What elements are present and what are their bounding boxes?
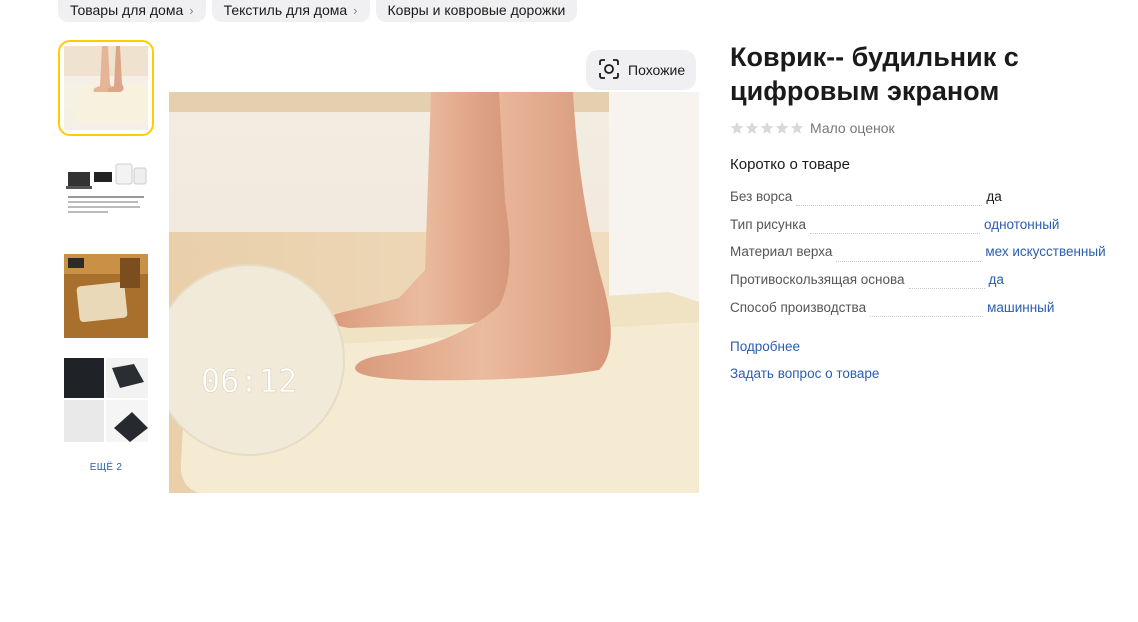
spec-row: Материал верха мех искусственный [730, 244, 1120, 272]
thumbnail-4[interactable] [58, 352, 154, 448]
thumbnail-image [64, 150, 148, 234]
star-icon [745, 121, 759, 134]
spec-name: Без ворса [730, 189, 793, 204]
ask-question-link[interactable]: Задать вопрос о товаре [730, 360, 1120, 387]
visual-search-icon [598, 58, 620, 83]
spec-value-link[interactable]: однотонный [984, 217, 1059, 232]
breadcrumb-item-home-goods[interactable]: Товары для дома › [58, 0, 206, 22]
spec-value-link[interactable]: машинный [987, 300, 1054, 315]
product-info: Коврик-- будильник с цифровым экраном Ма… [730, 40, 1120, 387]
spec-name: Тип рисунка [730, 216, 806, 232]
breadcrumb: Товары для дома › Текстиль для дома › Ко… [58, 0, 578, 22]
spec-value: да [986, 189, 1002, 204]
thumbnail-list: ЕЩЁ 2 [58, 40, 154, 473]
spec-row: Способ производства машинный [730, 300, 1120, 328]
spec-row: Тип рисунка однотонный [730, 217, 1120, 245]
spec-value-link[interactable]: мех искусственный [985, 244, 1105, 259]
spec-dots [809, 233, 980, 235]
main-product-image[interactable]: 06:12 [169, 92, 699, 493]
chevron-right-icon: › [189, 2, 194, 18]
star-icon [730, 121, 744, 134]
more-details-link[interactable]: Подробнее [730, 333, 1120, 360]
more-images-link[interactable]: ЕЩЁ 2 [58, 462, 154, 473]
thumbnail-image [64, 358, 148, 442]
spec-dots [796, 205, 983, 207]
breadcrumb-label: Текстиль для дома [223, 2, 348, 18]
chevron-right-icon: › [353, 2, 358, 18]
spec-name: Способ производства [730, 299, 867, 315]
breadcrumb-item-carpets[interactable]: Ковры и ковровые дорожки [375, 0, 578, 22]
page-title: Коврик-- будильник с цифровым экраном [730, 42, 1019, 106]
thumbnail-2[interactable] [58, 144, 154, 240]
spec-value-link[interactable]: да [989, 272, 1004, 287]
thumbnail-image [64, 46, 148, 130]
similar-products-button[interactable]: Похожие [586, 50, 696, 90]
product-page: Товары для дома › Текстиль для дома › Ко… [0, 0, 1138, 622]
similar-label: Похожие [628, 62, 686, 78]
star-icon [790, 121, 804, 134]
thumbnail-image [64, 254, 148, 338]
thumbnail-1[interactable] [58, 40, 154, 136]
spec-row: Без ворса да [730, 189, 1120, 217]
breadcrumb-label: Ковры и ковровые дорожки [387, 2, 566, 18]
spec-row: Противоскользящая основа да [730, 272, 1120, 300]
spec-name: Противоскользящая основа [730, 272, 905, 288]
spec-dots [908, 288, 985, 290]
rating-text: Мало оценок [810, 120, 895, 136]
spec-list: Без ворса да Тип рисунка однотонный Мате… [730, 189, 1120, 327]
summary-title: Коротко о товаре [730, 156, 850, 173]
star-icon [760, 121, 774, 134]
clock-display: 06:12 [201, 362, 297, 400]
spec-dots [870, 316, 984, 318]
thumbnail-3[interactable] [58, 248, 154, 344]
rating[interactable]: Мало оценок [730, 120, 1120, 136]
breadcrumb-item-home-textile[interactable]: Текстиль для дома › [211, 0, 370, 22]
breadcrumb-label: Товары для дома [70, 2, 184, 18]
spec-dots [836, 260, 982, 262]
spec-name: Материал верха [730, 244, 833, 260]
star-icon [775, 121, 789, 134]
rating-stars [730, 121, 804, 135]
info-links: Подробнее Задать вопрос о товаре [730, 333, 1120, 387]
